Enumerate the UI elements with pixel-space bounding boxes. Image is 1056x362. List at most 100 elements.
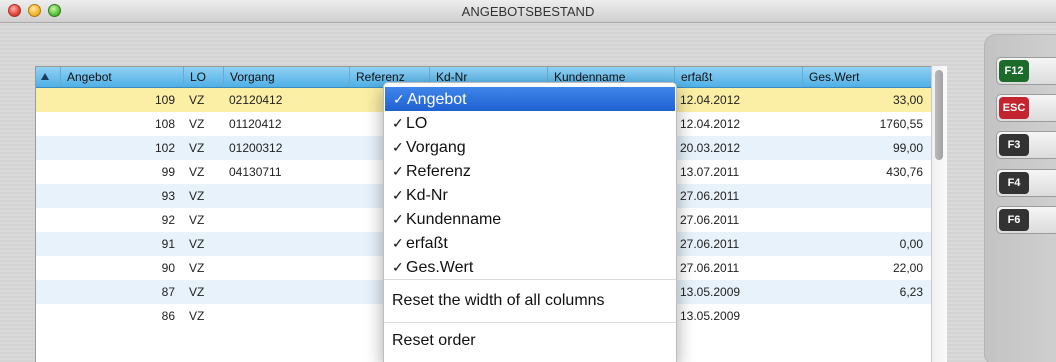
function-key-button-esc[interactable]: ESC (996, 94, 1056, 122)
cell-vorgang (223, 304, 349, 328)
cell-erfasst: 12.04.2012 (680, 117, 741, 131)
checkmark-icon: ✓ (392, 163, 404, 179)
cell-erfasst: 27.06.2011 (680, 237, 740, 251)
cell-lo: VZ (189, 189, 205, 203)
menu-item-label: Referenz (406, 163, 471, 180)
cell-erfasst: 27.06.2011 (680, 189, 740, 203)
sort-ascending-icon (41, 73, 49, 80)
title-bar: ANGEBOTSBESTAND (0, 0, 1056, 23)
column-header-erfasst[interactable]: erfaßt (674, 67, 802, 87)
function-key-button-f3[interactable]: F3 (996, 131, 1056, 159)
cell-vorgang (223, 256, 349, 280)
menu-item-column-toggle[interactable]: ✓ Angebot (385, 87, 675, 111)
cell-vorgang (223, 232, 349, 256)
cell-angebot: 102 (154, 141, 175, 155)
cell-vorgang: 02120412 (229, 93, 283, 107)
function-key-button-f4[interactable]: F4 (996, 169, 1056, 197)
function-key-button-f6[interactable]: F6 (996, 206, 1056, 234)
cell-vorgang (223, 208, 349, 232)
cell-geswert: 6,23 (899, 285, 923, 299)
window-content: Angebot LO Vorgang Referenz Kd-Nr Kunden… (0, 23, 1056, 362)
vertical-scrollbar[interactable] (931, 66, 947, 362)
cell-geswert: 99,00 (892, 141, 923, 155)
cell-geswert (802, 184, 931, 208)
menu-item-label: Angebot (407, 91, 467, 108)
app-window: ANGEBOTSBESTAND Angebot LO Vorgang Refer… (0, 0, 1056, 362)
sort-column-header[interactable] (36, 67, 60, 87)
cell-angebot: 99 (161, 165, 175, 179)
menu-item-column-toggle[interactable]: ✓ Kundenname (384, 207, 676, 231)
checkmark-icon: ✓ (392, 235, 404, 251)
cell-erfasst: 12.04.2012 (680, 93, 741, 107)
checkmark-icon: ✓ (392, 139, 404, 155)
checkmark-icon: ✓ (392, 187, 404, 203)
cell-vorgang: 01120412 (229, 117, 282, 131)
column-header-vorgang[interactable]: Vorgang (223, 67, 349, 87)
cell-geswert: 0,00 (899, 237, 923, 251)
cell-angebot: 91 (161, 237, 175, 251)
cell-angebot: 109 (154, 93, 175, 107)
cell-vorgang: 01200312 (229, 141, 283, 155)
menu-item-column-toggle[interactable]: ✓ Referenz (384, 159, 676, 183)
cell-erfasst: 27.06.2011 (680, 261, 740, 275)
cell-lo: VZ (189, 165, 205, 179)
cell-vorgang: 04130711 (229, 165, 282, 179)
function-key-badge: F6 (999, 209, 1029, 231)
reset-column-width-menu-item[interactable]: Reset the width of all columns (384, 289, 676, 313)
menu-item-column-toggle[interactable]: ✓ Ges.Wert (384, 255, 676, 279)
checkmark-icon: ✓ (392, 211, 404, 227)
checkmark-icon: ✓ (392, 115, 404, 131)
cell-angebot: 108 (154, 117, 175, 131)
column-visibility-menu: ✓ Angebot ✓ LO ✓ Vorgang ✓ Referenz ✓ Kd-Nr ✓ Kunde… (383, 82, 677, 362)
cell-erfasst: 20.03.2012 (680, 141, 741, 155)
cell-angebot: 90 (161, 261, 175, 275)
cell-geswert: 22,00 (892, 261, 923, 275)
cell-erfasst: 13.07.2011 (680, 165, 740, 179)
menu-item-label: Kd-Nr (406, 187, 448, 204)
column-header-geswert[interactable]: Ges.Wert (802, 67, 931, 87)
function-key-badge: ESC (999, 97, 1029, 119)
cell-erfasst: 27.06.2011 (680, 213, 740, 227)
cell-geswert: 430,76 (886, 165, 923, 179)
cell-vorgang (223, 280, 349, 304)
cell-angebot: 86 (161, 309, 175, 323)
window-title: ANGEBOTSBESTAND (461, 4, 595, 19)
cell-erfasst: 13.05.2009 (680, 309, 741, 323)
cell-lo: VZ (189, 309, 205, 323)
cell-erfasst: 13.05.2009 (680, 285, 741, 299)
cell-geswert: 33,00 (892, 93, 923, 107)
column-header-angebot[interactable]: Angebot (60, 67, 183, 87)
cell-lo: VZ (189, 237, 205, 251)
cell-lo: VZ (189, 285, 205, 299)
menu-item-column-toggle[interactable]: ✓ LO (384, 111, 676, 135)
cell-lo: VZ (189, 93, 205, 107)
function-key-badge: F3 (999, 134, 1029, 156)
menu-separator (384, 322, 676, 323)
cell-angebot: 93 (161, 189, 175, 203)
cell-geswert (802, 208, 931, 232)
cell-lo: VZ (189, 117, 205, 131)
function-key-button-f12[interactable]: F12 (996, 57, 1056, 85)
checkmark-icon: ✓ (392, 259, 404, 275)
cell-geswert (802, 304, 931, 328)
column-header-lo[interactable]: LO (183, 67, 223, 87)
reset-order-menu-item[interactable]: Reset order (384, 329, 676, 353)
scrollbar-thumb[interactable] (935, 70, 943, 160)
cell-angebot: 92 (161, 213, 175, 227)
function-key-badge: F12 (999, 60, 1029, 82)
menu-item-label: erfaßt (406, 235, 448, 252)
cell-lo: VZ (189, 141, 205, 155)
cell-geswert: 1760,55 (879, 117, 923, 131)
cell-angebot: 87 (161, 285, 175, 299)
menu-item-column-toggle[interactable]: ✓ Vorgang (384, 135, 676, 159)
menu-separator (384, 279, 676, 280)
menu-item-label: Vorgang (406, 139, 466, 156)
menu-item-column-toggle[interactable]: ✓ Kd-Nr (384, 183, 676, 207)
menu-item-column-toggle[interactable]: ✓ erfaßt (384, 231, 676, 255)
menu-item-label: Kundenname (406, 211, 502, 228)
checkmark-icon: ✓ (393, 91, 405, 107)
cell-vorgang (223, 184, 349, 208)
cell-lo: VZ (189, 213, 205, 227)
menu-item-label: LO (406, 115, 428, 132)
function-key-badge: F4 (999, 172, 1029, 194)
